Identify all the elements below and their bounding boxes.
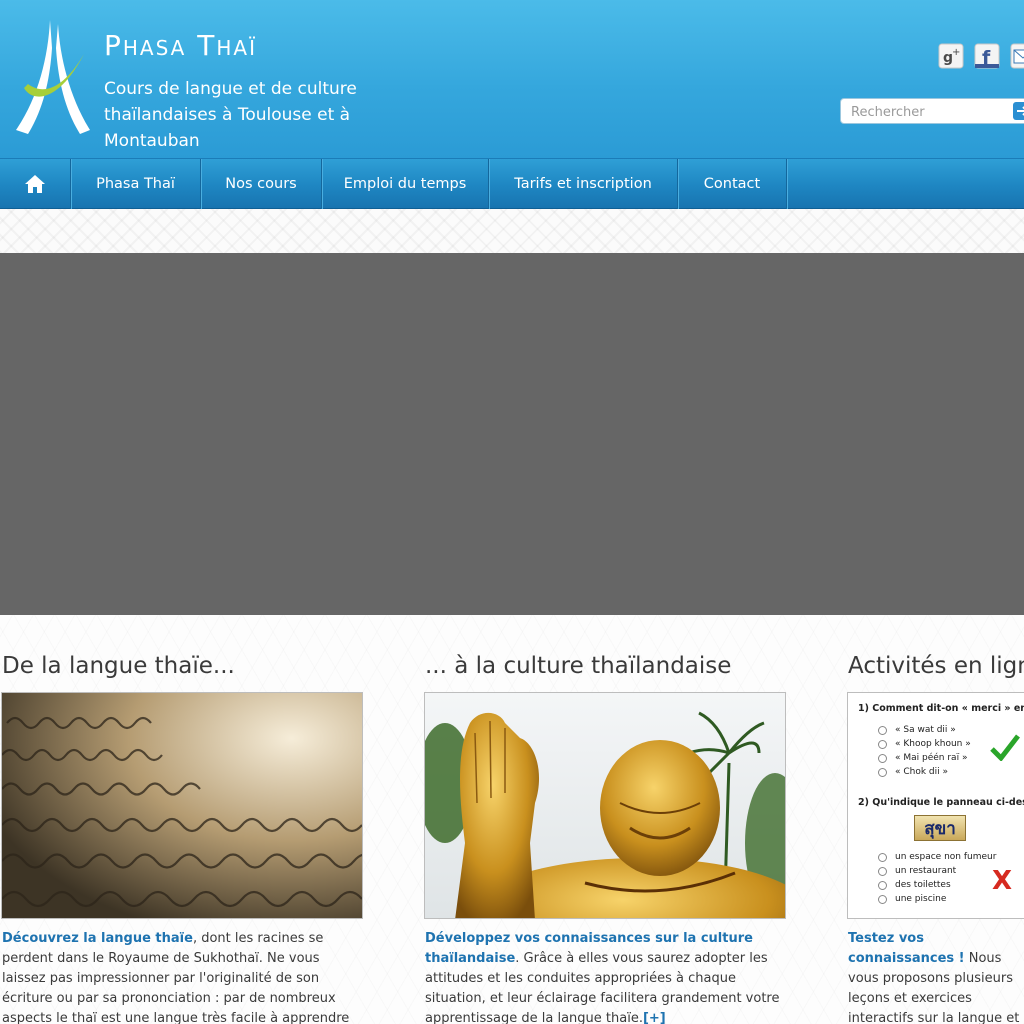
arrow-right-icon (1017, 106, 1024, 116)
site-title[interactable]: Phasa Thaï (104, 26, 257, 66)
site-header: Phasa Thaï Cours de langue et de culture… (0, 0, 1024, 158)
nav-item-contact[interactable]: Contact (678, 159, 787, 209)
read-more-link[interactable]: [+] (643, 1011, 666, 1024)
search-input[interactable] (851, 103, 1011, 121)
quiz-option: « Mai péén raï » (878, 753, 967, 763)
main-nav: Phasa Thaï Nos cours Emploi du temps Tar… (0, 158, 1024, 209)
column-text: Développez vos connaissances sur la cult… (425, 929, 787, 1024)
home-icon (25, 175, 45, 193)
quiz-option: une piscine (878, 894, 946, 904)
quiz-question: 1) Comment dit-on « merci » en thaï ? (858, 703, 1024, 714)
quiz-option: « Chok dii » (878, 767, 948, 777)
facebook-icon[interactable]: f (974, 42, 1000, 70)
wrong-mark-icon: X (992, 866, 1013, 896)
svg-text:+: + (952, 47, 960, 58)
nav-item-emploi-du-temps[interactable]: Emploi du temps (322, 159, 489, 209)
thai-sign: สุขา (914, 815, 966, 841)
nav-item-nos-cours[interactable]: Nos cours (201, 159, 322, 209)
site-tagline: Cours de langue et de culture thaïlandai… (104, 79, 357, 151)
column-title: De la langue thaïe... (2, 653, 235, 679)
nav-item-tarifs[interactable]: Tarifs et inscription (489, 159, 678, 209)
column-text: Découvrez la langue thaïe, dont les raci… (2, 929, 364, 1024)
phasa-thai-logo[interactable] (14, 18, 94, 136)
image-slider[interactable] (0, 253, 1024, 615)
quiz-option: « Sa wat dii » (878, 725, 956, 735)
nav-item-phasa-thai[interactable]: Phasa Thaï (71, 159, 201, 209)
buddha-image[interactable] (424, 692, 786, 919)
mail-icon[interactable] (1010, 42, 1024, 70)
quiz-option: un restaurant (878, 866, 956, 876)
checkmark-icon (990, 734, 1020, 761)
column-lead-link[interactable]: Testez vos connaissances ! (848, 931, 965, 966)
quiz-option: des toilettes (878, 880, 951, 890)
quiz-option: un espace non fumeur (878, 852, 996, 862)
search-box (840, 98, 1024, 124)
decorative-band (0, 209, 1024, 253)
nav-home[interactable] (0, 159, 71, 209)
quiz-preview-image[interactable]: 1) Comment dit-on « merci » en thaï ? « … (847, 692, 1024, 919)
thai-script-image[interactable] (1, 692, 363, 919)
google-plus-icon[interactable]: g + (938, 42, 964, 70)
search-submit-button[interactable] (1013, 102, 1024, 120)
column-lead-link[interactable]: Découvrez la langue thaïe (2, 931, 193, 946)
quiz-question: 2) Qu'indique le panneau ci-dessous ? (858, 797, 1024, 808)
column-title: ... à la culture thaïlandaise (425, 653, 732, 679)
quiz-option: « Khoop khoun » (878, 739, 971, 749)
column-text: Testez vos connaissances ! Nous vous pro… (848, 929, 1024, 1024)
column-title: Activités en ligne (848, 653, 1024, 679)
